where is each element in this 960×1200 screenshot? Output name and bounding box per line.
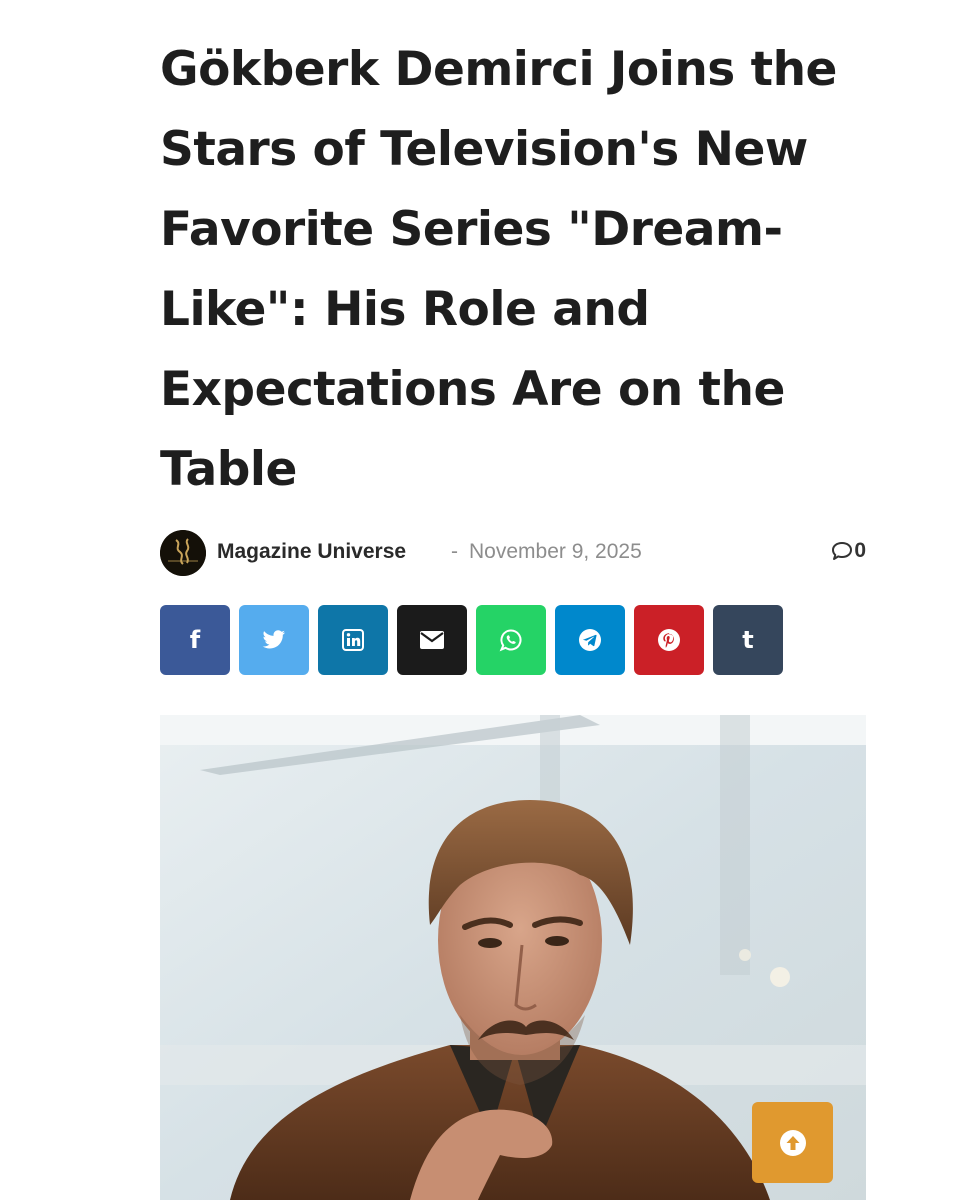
arrow-up-circle-icon bbox=[779, 1129, 806, 1156]
share-pinterest-button[interactable] bbox=[634, 605, 704, 675]
tumblr-icon: t bbox=[742, 626, 754, 654]
share-bar: f t bbox=[160, 605, 783, 675]
facebook-icon: f bbox=[189, 626, 201, 654]
linkedin-icon bbox=[342, 629, 364, 651]
meta-separator: - bbox=[451, 540, 458, 563]
magazine-logo-icon bbox=[160, 530, 206, 576]
share-linkedin-button[interactable] bbox=[318, 605, 388, 675]
share-tumblr-button[interactable]: t bbox=[713, 605, 783, 675]
scroll-to-top-button[interactable] bbox=[752, 1102, 833, 1183]
share-telegram-button[interactable] bbox=[555, 605, 625, 675]
author-name[interactable]: Magazine Universe bbox=[217, 540, 406, 564]
share-whatsapp-button[interactable] bbox=[476, 605, 546, 675]
whatsapp-icon bbox=[499, 629, 522, 652]
twitter-icon bbox=[262, 630, 286, 649]
share-email-button[interactable] bbox=[397, 605, 467, 675]
comments-link[interactable]: 0 bbox=[831, 539, 866, 563]
publish-date: November 9, 2025 bbox=[469, 540, 642, 563]
pinterest-icon bbox=[658, 629, 680, 651]
author-avatar[interactable] bbox=[160, 530, 206, 576]
share-facebook-button[interactable]: f bbox=[160, 605, 230, 675]
envelope-icon bbox=[420, 631, 444, 649]
share-twitter-button[interactable] bbox=[239, 605, 309, 675]
comment-count: 0 bbox=[854, 539, 866, 562]
article-title: Gökberk Demirci Joins the Stars of Telev… bbox=[160, 42, 837, 497]
telegram-icon bbox=[579, 629, 601, 651]
comment-bubble-icon bbox=[832, 542, 853, 560]
article-meta: Magazine Universe - November 9, 2025 0 bbox=[160, 530, 866, 576]
